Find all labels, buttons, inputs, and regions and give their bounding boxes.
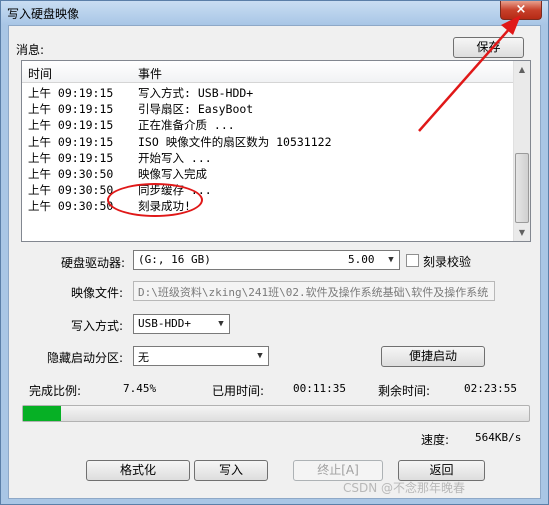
write-disk-image-window: 写入硬盘映像 × 消息: 保存 时间 事件 上午 09:19:15 写入方式: U… <box>0 0 549 505</box>
watermark: CSDN @不念那年晚春 <box>343 481 466 495</box>
annotation-arrow <box>418 15 521 132</box>
